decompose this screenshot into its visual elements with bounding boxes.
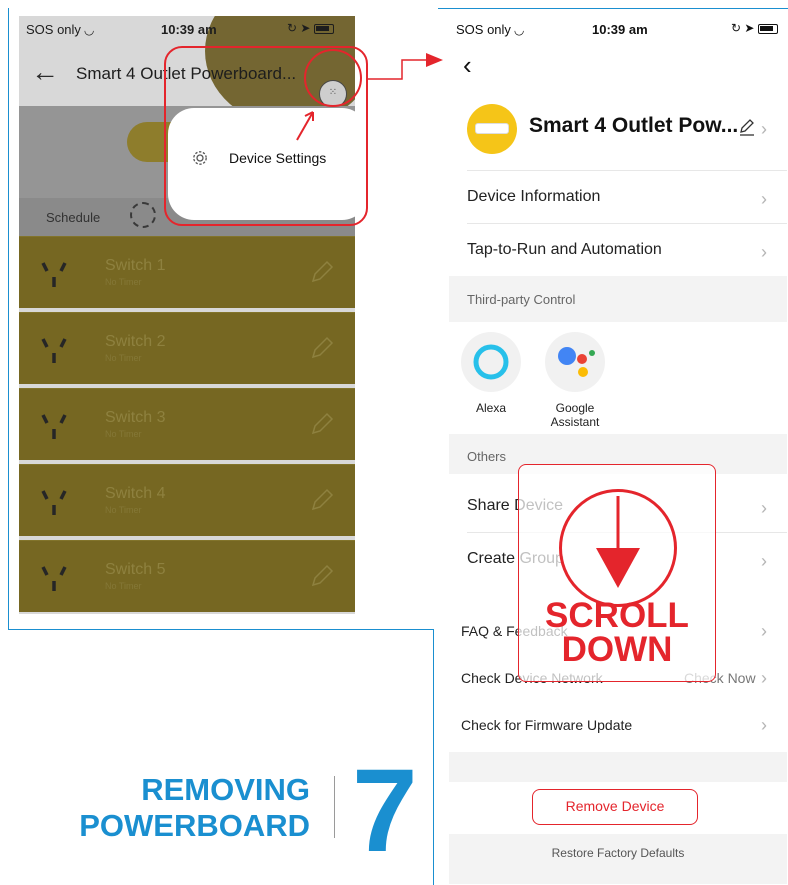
google-assistant-label: Google Assistant [550, 401, 600, 429]
chevron-right-icon: › [761, 242, 767, 262]
frame-line-left-edge [8, 8, 9, 630]
highlight-circle-menu [304, 49, 362, 107]
frame-line-left-screen-bottom [8, 629, 434, 630]
device-name: Smart 4 Outlet Pow... [529, 114, 739, 137]
frame-line-vertical [433, 629, 434, 885]
step-title-line2: POWERBOARD [79, 808, 310, 843]
powerboard-icon [475, 123, 509, 134]
scroll-label-line2: DOWN [561, 630, 673, 669]
scroll-down-circle [559, 489, 677, 607]
status-time: 10:39 am [592, 22, 648, 37]
status-carrier: SOS only ◡ [456, 22, 524, 37]
chevron-right-icon: › [761, 621, 767, 641]
down-arrow-icon [596, 496, 640, 588]
wifi-icon: ◡ [513, 23, 525, 37]
chevron-right-icon: › [761, 498, 767, 518]
device-information-row[interactable]: Device Information [467, 188, 600, 206]
tap-to-run-row[interactable]: Tap-to-Run and Automation [467, 241, 662, 259]
third-party-section-header: Third-party Control [449, 276, 787, 322]
device-avatar [467, 104, 517, 154]
divider [467, 223, 787, 224]
chevron-right-icon: › [761, 668, 767, 688]
firmware-update-row[interactable]: Check for Firmware Update [461, 717, 632, 733]
step-title-line1: REMOVING [141, 772, 310, 807]
status-icons: ↻ ➤ [731, 21, 778, 35]
pencil-icon[interactable] [738, 118, 756, 136]
scroll-label-line1: SCROLL [545, 596, 689, 635]
others-section-label: Others [467, 449, 507, 464]
step-number: 7 [352, 745, 418, 877]
back-chevron-icon[interactable]: ‹ [463, 50, 472, 81]
remove-device-button[interactable]: Remove Device [532, 789, 698, 825]
divider [467, 170, 787, 171]
third-party-section-label: Third-party Control [467, 292, 576, 307]
alexa-icon [473, 344, 509, 380]
step-divider [334, 776, 335, 838]
alexa-button[interactable] [461, 332, 521, 392]
alexa-label: Alexa [475, 401, 507, 415]
chevron-right-icon: › [761, 119, 767, 139]
scroll-down-callout: SCROLL DOWN [518, 464, 716, 682]
restore-factory-defaults-link[interactable]: Restore Factory Defaults [449, 846, 787, 860]
spacer-section [449, 752, 787, 782]
scroll-down-label: SCROLL DOWN [519, 596, 715, 669]
google-assistant-icon [558, 347, 595, 377]
frame-line-top [438, 8, 788, 9]
battery-icon [757, 23, 778, 34]
google-assistant-button[interactable] [545, 332, 605, 392]
chevron-right-icon: › [761, 189, 767, 209]
right-screen: SOS only ◡ 10:39 am ↻ ➤ ‹ Smart 4 Outlet … [449, 14, 787, 884]
step-title: REMOVING POWERBOARD [40, 772, 310, 844]
chevron-right-icon: › [761, 551, 767, 571]
chevron-right-icon: › [761, 715, 767, 735]
carrier-label: SOS only [456, 22, 511, 37]
